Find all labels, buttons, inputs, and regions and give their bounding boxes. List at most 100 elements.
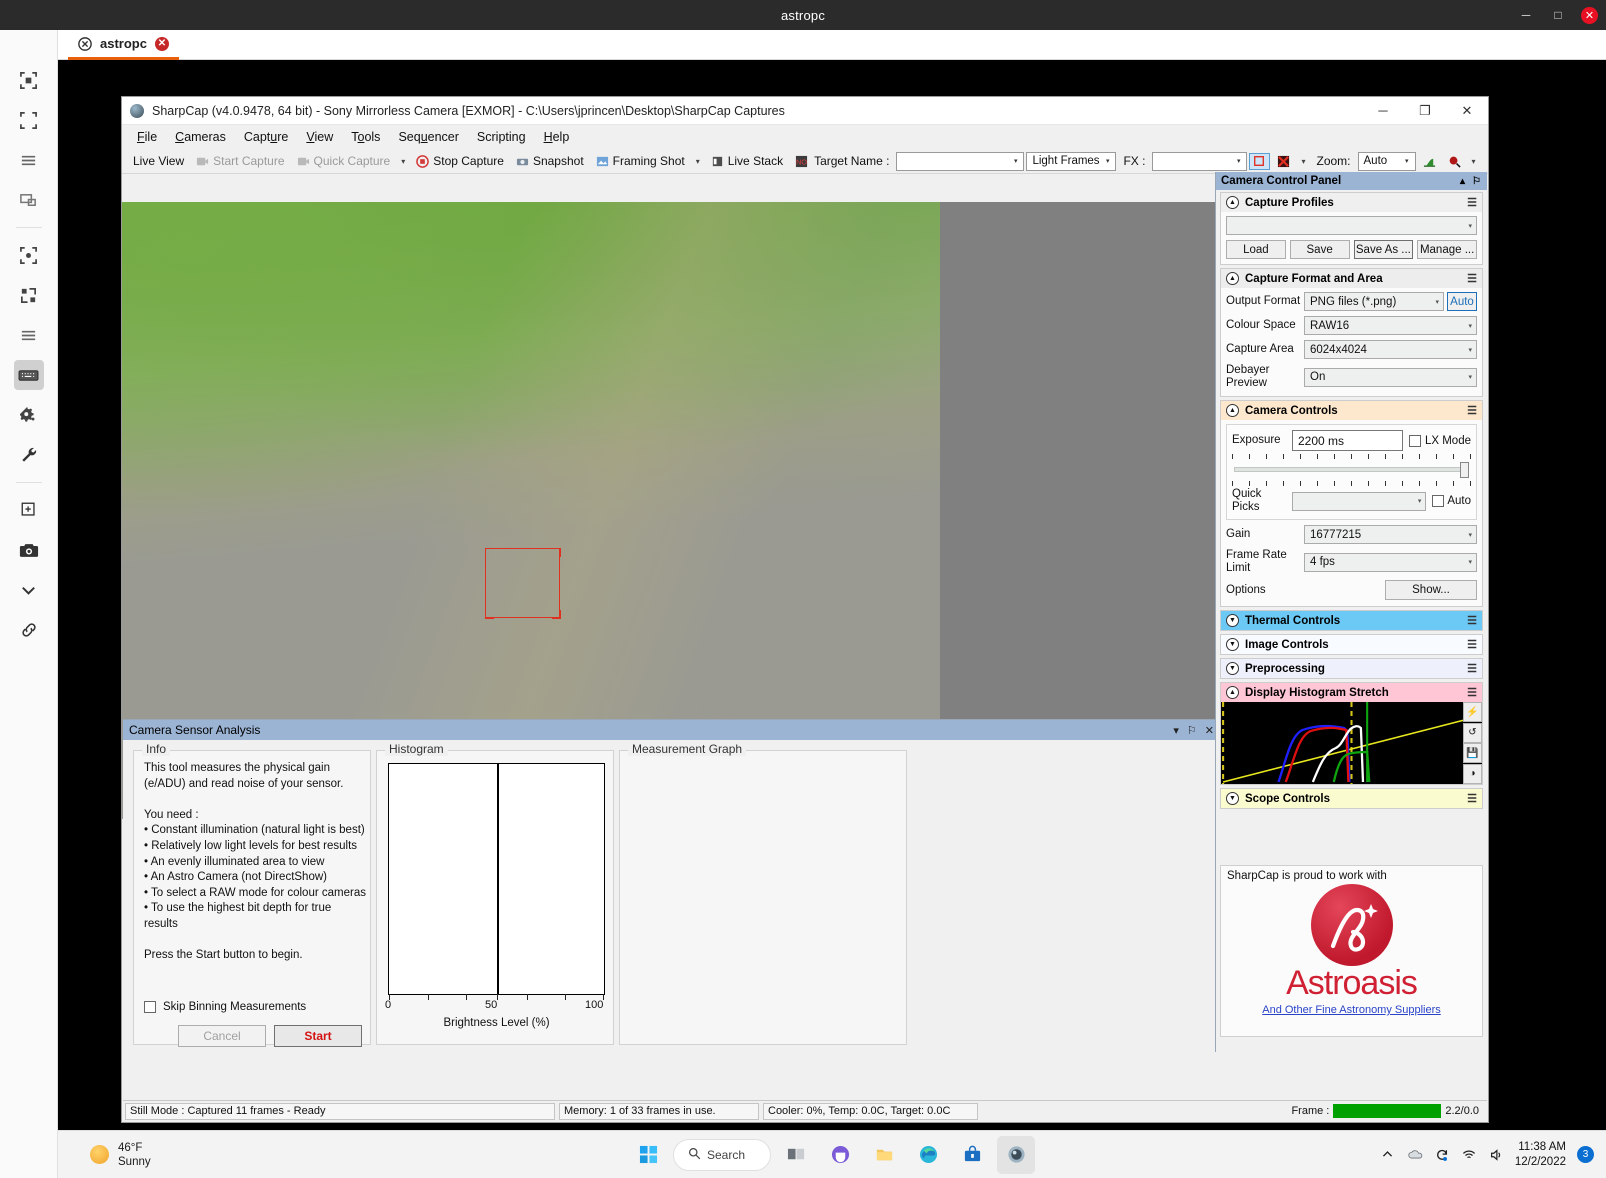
menu-icon[interactable]: ☰ [1467, 614, 1477, 627]
save-as-profile-button[interactable]: Save As ... [1353, 240, 1414, 259]
colour-space-select[interactable]: RAW16 ▾ [1304, 316, 1477, 335]
skip-binning-checkbox[interactable] [144, 1001, 156, 1013]
sharpcap-taskbar-icon[interactable] [997, 1135, 1035, 1174]
menu-icon[interactable]: ☰ [1467, 196, 1477, 209]
close-icon[interactable]: ✕ [1205, 724, 1214, 737]
start-capture-button[interactable]: Start Capture [191, 152, 289, 170]
histogram-stretch-graph[interactable]: ⚡ ↺ 💾 ◑ [1221, 702, 1482, 784]
exposure-slider-thumb[interactable] [1460, 462, 1469, 478]
edge-icon[interactable] [909, 1136, 947, 1174]
quick-capture-button[interactable]: Quick Capture [292, 152, 396, 170]
tab-close-icon[interactable]: ✕ [154, 36, 169, 51]
keyboard-icon[interactable] [13, 360, 44, 390]
clock[interactable]: 11:38 AM 12/2/2022 [1515, 1140, 1566, 1170]
roi-handle-bottom-left[interactable] [484, 609, 494, 619]
maximize-button[interactable]: □ [1549, 6, 1567, 24]
exposure-slider[interactable] [1232, 454, 1471, 486]
fullscreen-icon[interactable] [14, 105, 44, 135]
update-sync-icon[interactable] [1434, 1147, 1450, 1163]
chevron-down-icon[interactable]: ▼ [1226, 614, 1239, 627]
target-name-input[interactable]: ▾ [896, 151, 1025, 171]
camera-controls-header[interactable]: ▲ Camera Controls ☰ [1221, 401, 1482, 420]
menu-sequencer[interactable]: Sequencer [389, 127, 467, 147]
exposure-slider-track[interactable] [1234, 467, 1461, 472]
capture-area-select[interactable]: 6024x4024 ▾ [1304, 340, 1477, 359]
start-button[interactable] [629, 1136, 667, 1174]
wrench-icon[interactable] [14, 440, 44, 470]
clear-roi-button[interactable] [1272, 153, 1295, 170]
quick-capture-dropdown-icon[interactable]: ▾ [397, 157, 409, 166]
menu-file[interactable]: File [128, 127, 166, 147]
scope-controls-header[interactable]: ▼ Scope Controls ☰ [1221, 789, 1482, 808]
framing-shot-button[interactable]: Framing Shot [591, 152, 690, 170]
sharpcap-restore-button[interactable]: ❐ [1404, 97, 1446, 125]
save-profile-button[interactable]: Save [1289, 240, 1350, 259]
tab-astropc[interactable]: astropc ✕ [68, 30, 179, 60]
menu-tools[interactable]: Tools [342, 127, 389, 147]
zoom-select[interactable]: Auto ▾ [1357, 151, 1416, 171]
reset-stretch-icon[interactable]: ↺ [1463, 722, 1482, 743]
collapse-icon[interactable]: ▴ [1460, 176, 1465, 187]
expand-icon[interactable] [14, 280, 44, 310]
chevron-up-icon[interactable]: ▲ [1226, 404, 1239, 417]
menu-scripting[interactable]: Scripting [468, 127, 535, 147]
chevron-up-icon[interactable]: ▲ [1226, 686, 1239, 699]
selection-tool-button[interactable] [1249, 152, 1271, 170]
framing-shot-dropdown-icon[interactable]: ▾ [692, 157, 704, 166]
live-stack-button[interactable]: Live Stack [706, 152, 788, 170]
menu-icon[interactable] [14, 145, 44, 175]
sharpcap-close-button[interactable]: ✕ [1446, 97, 1488, 125]
stop-capture-button[interactable]: Stop Capture [411, 152, 509, 170]
frame-rate-limit-select[interactable]: 4 fps ▾ [1304, 552, 1477, 572]
menu-cameras[interactable]: Cameras [166, 127, 235, 147]
load-profile-button[interactable]: Load [1226, 240, 1286, 259]
tools-dropdown-icon[interactable]: ▾ [1468, 157, 1480, 166]
menu-capture[interactable]: Capture [235, 127, 297, 147]
menu-icon[interactable]: ☰ [1467, 686, 1477, 699]
auto-area-button[interactable]: Auto [1447, 292, 1477, 311]
multi-monitor-icon[interactable] [14, 185, 44, 215]
task-view-button[interactable] [777, 1136, 815, 1174]
save-stretch-icon[interactable]: 💾 [1463, 743, 1482, 764]
menu-icon[interactable]: ☰ [1467, 404, 1477, 417]
preview-image[interactable] [122, 202, 940, 750]
minimize-button[interactable]: ─ [1517, 6, 1535, 24]
frame-type-select[interactable]: Light Frames ▾ [1026, 151, 1117, 171]
menu-help[interactable]: Help [535, 127, 579, 147]
menu-icon[interactable]: ☰ [1467, 638, 1477, 651]
auto-stretch-icon[interactable]: ⚡ [1463, 702, 1482, 722]
cancel-button[interactable]: Cancel [178, 1025, 266, 1047]
profile-select[interactable]: ▾ [1226, 216, 1477, 235]
roi-dropdown-icon[interactable]: ▾ [1297, 157, 1309, 166]
display-histogram-stretch-header[interactable]: ▲ Display Histogram Stretch ☰ [1221, 683, 1482, 702]
roi-selection-box[interactable] [484, 547, 561, 619]
collapse-icon[interactable]: ▾ [1173, 724, 1179, 737]
roi-handle-bottom-right[interactable] [551, 609, 561, 619]
exposure-input[interactable]: 2200 ms [1292, 430, 1403, 451]
teams-icon[interactable] [821, 1136, 859, 1174]
pin-icon[interactable]: ⚐ [1187, 724, 1197, 737]
capture-format-header[interactable]: ▲ Capture Format and Area ☰ [1221, 269, 1482, 288]
wifi-icon[interactable] [1461, 1147, 1477, 1163]
store-icon[interactable] [953, 1136, 991, 1174]
sponsor-logo[interactable]: Astroasis And Other Fine Astronomy Suppl… [1227, 884, 1476, 1016]
menu-icon[interactable]: ☰ [1467, 272, 1477, 285]
start-button[interactable]: Start [274, 1025, 362, 1047]
list-icon[interactable] [14, 320, 44, 350]
quick-picks-select[interactable]: ▾ [1292, 491, 1427, 511]
snapshot-button[interactable]: Snapshot [511, 152, 589, 170]
volume-icon[interactable] [1488, 1147, 1504, 1163]
exposure-auto-checkbox[interactable] [1432, 495, 1445, 507]
live-view-button[interactable]: Live View [128, 152, 189, 170]
file-explorer-icon[interactable] [865, 1136, 903, 1174]
chevron-down-icon[interactable]: ▼ [1226, 792, 1239, 805]
roi-handle-top-right[interactable] [551, 547, 561, 557]
chevron-down-icon[interactable]: ▼ [1226, 638, 1239, 651]
camera-icon[interactable] [14, 535, 44, 565]
chevron-down-icon[interactable]: ▼ [1226, 662, 1239, 675]
link-icon[interactable] [14, 615, 44, 645]
capture-profiles-header[interactable]: ▲ Capture Profiles ☰ [1221, 193, 1482, 212]
invert-stretch-icon[interactable]: ◑ [1463, 763, 1482, 784]
chevron-up-icon[interactable]: ▲ [1226, 272, 1239, 285]
sharpcap-minimize-button[interactable]: ─ [1362, 97, 1404, 125]
